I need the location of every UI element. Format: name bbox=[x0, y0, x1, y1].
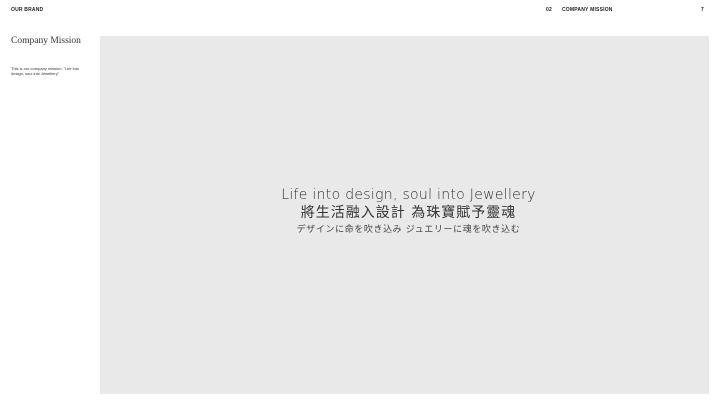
section-title: COMPANY MISSION bbox=[562, 7, 613, 13]
page-number: 7 bbox=[701, 7, 704, 13]
tagline-chinese: 將生活融入設計 為珠寶賦予靈魂 bbox=[300, 205, 517, 221]
content-panel: Life into design, soul into Jewellery 將生… bbox=[100, 36, 709, 394]
tagline-block: Life into design, soul into Jewellery 將生… bbox=[100, 187, 709, 237]
tagline-english: Life into design, soul into Jewellery bbox=[281, 187, 536, 203]
tagline-japanese: デザインに命を吹き込み ジュエリーに魂を吹き込む bbox=[296, 225, 521, 235]
sidebar-title: Company Mission bbox=[11, 36, 81, 46]
sidebar-description: This is our company mission: "Life into … bbox=[11, 66, 80, 76]
section-number: 02 bbox=[546, 7, 552, 13]
brand-label: OUR BRAND bbox=[11, 7, 44, 13]
